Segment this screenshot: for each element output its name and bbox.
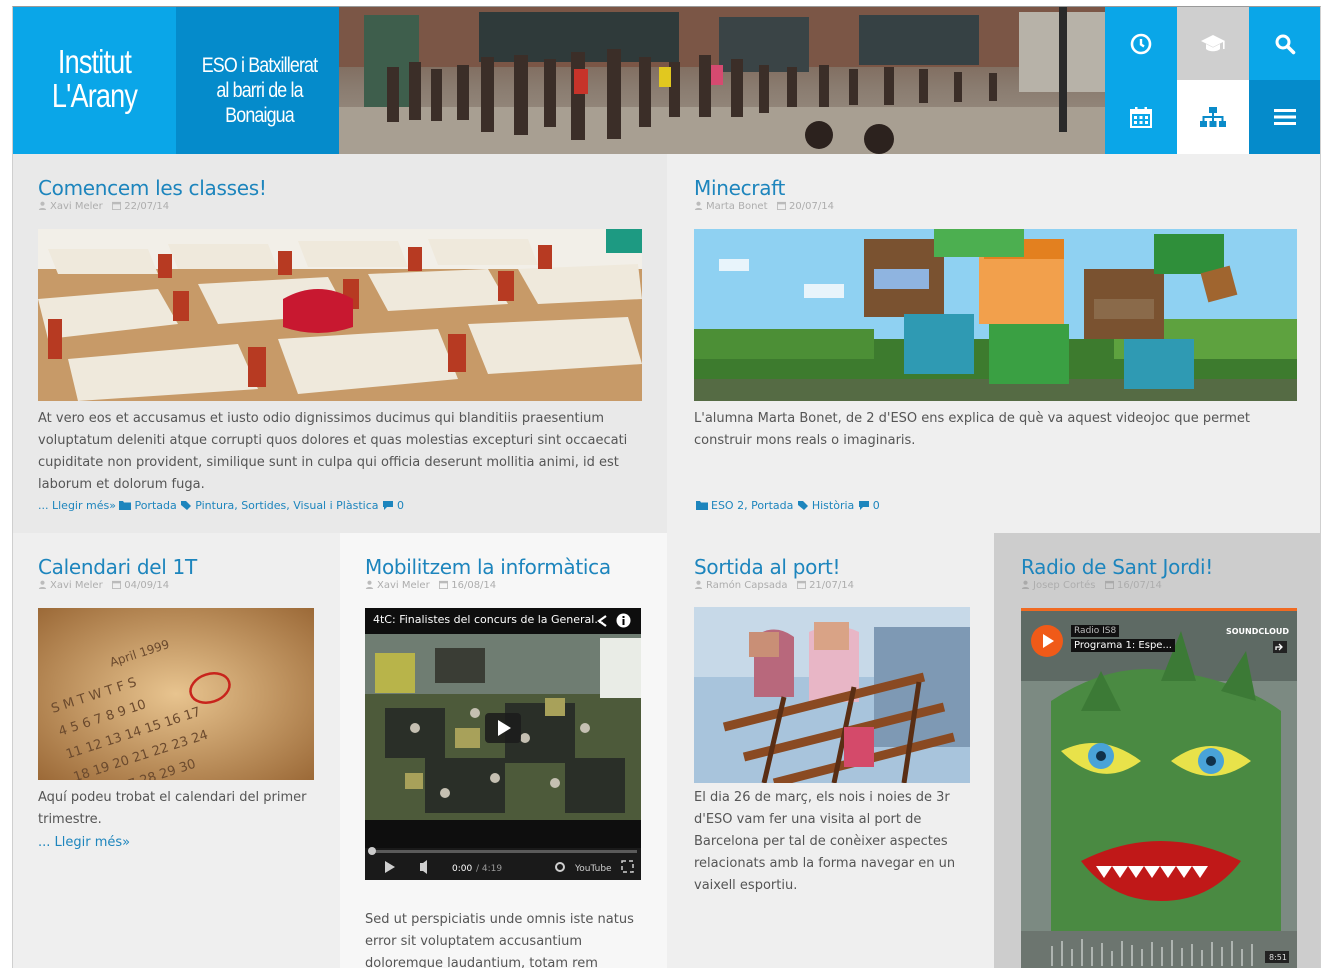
header-icon-grid xyxy=(1105,7,1320,154)
post-excerpt: L'alumna Marta Bonet, de 2 d'ESO ens exp… xyxy=(694,411,1250,448)
logo-line-2: L'Arany xyxy=(51,77,138,114)
calendar-icon[interactable] xyxy=(1105,80,1177,154)
video-player[interactable]: 0:00 / 4:19 YouTube 4tC: Finalistes del … xyxy=(365,608,641,880)
post-excerpt: Aquí podeu trobat el calendari del prime… xyxy=(38,790,307,827)
tagline-text: ESO i Batxillerat al barri de la Bonaigu… xyxy=(201,54,318,127)
info-icon[interactable] xyxy=(616,613,631,628)
post-meta: Josep Cortés 16/07/14 xyxy=(1021,579,1311,593)
user-icon xyxy=(365,580,374,589)
search-icon[interactable] xyxy=(1249,7,1320,80)
site-tagline: ESO i Batxillerat al barri de la Bonaigu… xyxy=(176,7,339,154)
sitemap-icon[interactable] xyxy=(1177,80,1249,154)
calendar-small-icon xyxy=(797,580,807,589)
post-author: Josep Cortés xyxy=(1033,580,1096,591)
folder-icon xyxy=(119,501,132,510)
post-title[interactable]: Sortida al port! xyxy=(694,555,984,579)
calendar-small-icon xyxy=(439,580,449,589)
post-meta: Xavi Meler 22/07/14 xyxy=(38,200,642,214)
post-author: Marta Bonet xyxy=(706,201,768,212)
read-more-link[interactable]: ... Llegir més» xyxy=(38,499,116,512)
player-track[interactable]: Programa 1: Espe... xyxy=(1071,639,1175,652)
post-date: 04/09/14 xyxy=(124,580,170,591)
post-meta: Marta Bonet 20/07/14 xyxy=(694,200,1298,214)
clock-icon[interactable] xyxy=(1105,7,1177,80)
calendar-small-icon xyxy=(112,580,122,589)
post-date: 21/07/14 xyxy=(809,580,854,591)
post-meta: Xavi Meler 04/09/14 xyxy=(38,579,318,593)
youtube-logo: YouTube xyxy=(574,864,612,874)
post-category[interactable]: ESO 2, Portada xyxy=(711,499,793,512)
post-title[interactable]: Mobilitzem la informàtica xyxy=(365,555,655,579)
read-more-link[interactable]: ... Llegir més» xyxy=(38,835,130,850)
post-excerpt: At vero eos et accusamus et iusto odio d… xyxy=(38,411,628,492)
comment-icon xyxy=(858,501,869,510)
post-category[interactable]: Portada xyxy=(134,499,176,512)
post-tags[interactable]: Pintura, Sortides, Visual i Plàstica xyxy=(195,499,378,512)
header-hero-photo xyxy=(339,7,1105,154)
post-image-calendar[interactable]: April 1999 S M T W T F S 4 5 6 7 8 9 10 … xyxy=(38,608,314,780)
post-author: Xavi Meler xyxy=(50,580,103,591)
video-duration: / 4:19 xyxy=(476,864,502,874)
player-time: 8:51 xyxy=(1269,953,1287,962)
post-card: Comencem les classes! Xavi Meler 22/07/1… xyxy=(13,154,667,533)
user-icon xyxy=(38,580,47,589)
site-logo[interactable]: Institut L'Arany xyxy=(13,7,176,154)
menu-icon[interactable] xyxy=(1249,80,1320,154)
post-meta: Xavi Meler 16/08/14 xyxy=(365,579,655,593)
user-icon xyxy=(694,201,703,210)
video-title[interactable]: 4tC: Finalistes del concurs de la Genera… xyxy=(373,613,603,629)
calendar-small-icon xyxy=(1105,580,1114,589)
share-icon[interactable] xyxy=(1273,641,1287,653)
post-tags[interactable]: Història xyxy=(812,499,854,512)
post-taxonomy: ESO 2, Portada Història 0 xyxy=(696,499,880,512)
post-card: Sortida al port! Ramón Capsada 21/07/14 xyxy=(667,533,994,968)
post-date: 22/07/14 xyxy=(124,201,170,212)
calendar-small-icon xyxy=(777,201,787,210)
video-time: 0:00 xyxy=(452,864,472,874)
post-taxonomy: ... Llegir més» Portada Pintura, Sortide… xyxy=(38,499,404,512)
post-excerpt: Sed ut perspiciatis unde omnis iste natu… xyxy=(365,912,634,968)
post-date: 20/07/14 xyxy=(789,201,834,212)
user-icon xyxy=(694,580,703,589)
user-icon xyxy=(38,201,47,210)
post-date: 16/08/14 xyxy=(451,580,497,591)
post-comments[interactable]: 0 xyxy=(397,499,404,512)
post-title[interactable]: Comencem les classes! xyxy=(38,176,642,200)
post-author: Xavi Meler xyxy=(50,201,103,212)
post-image-classroom[interactable] xyxy=(38,229,642,401)
folder-icon xyxy=(696,501,708,510)
soundcloud-player[interactable]: 8:51 Radio IS8 Programa 1: Espe... SOUND… xyxy=(1021,608,1297,968)
user-icon xyxy=(1021,580,1030,589)
share-icon[interactable] xyxy=(595,614,609,628)
post-card: Radio de Sant Jordi! Josep Cortés 16/07/… xyxy=(994,533,1320,968)
post-date: 16/07/14 xyxy=(1117,580,1162,591)
post-meta: Ramón Capsada 21/07/14 xyxy=(694,579,984,593)
soundcloud-logo[interactable]: SOUNDCLOUD xyxy=(1226,627,1289,636)
post-title[interactable]: Radio de Sant Jordi! xyxy=(1021,555,1311,579)
post-author: Xavi Meler xyxy=(377,580,430,591)
post-card: Mobilitzem la informàtica Xavi Meler 16/… xyxy=(340,533,667,968)
calendar-small-icon xyxy=(112,201,122,210)
read-more: ... Llegir més» xyxy=(38,831,130,850)
post-image-minecraft[interactable] xyxy=(694,229,1297,401)
play-icon xyxy=(1043,634,1054,648)
comment-icon xyxy=(382,501,393,510)
page-frame: Institut L'Arany ESO i Batxillerat al ba… xyxy=(12,6,1321,968)
post-card: Minecraft Marta Bonet 20/07/14 L'alumna … xyxy=(667,154,1320,533)
post-comments[interactable]: 0 xyxy=(873,499,880,512)
logo-line-1: Institut xyxy=(57,43,132,80)
post-excerpt: El dia 26 de març, els nois i noies de 3… xyxy=(694,790,956,893)
site-header: Institut L'Arany ESO i Batxillerat al ba… xyxy=(13,7,1320,154)
post-image-boat-trip[interactable] xyxy=(694,607,970,783)
post-card: Calendari del 1T Xavi Meler 04/09/14 Apr… xyxy=(13,533,340,968)
play-button[interactable] xyxy=(1031,625,1063,657)
post-author: Ramón Capsada xyxy=(706,580,788,591)
graduation-cap-icon[interactable] xyxy=(1177,7,1249,80)
post-title[interactable]: Minecraft xyxy=(694,176,1298,200)
post-title[interactable]: Calendari del 1T xyxy=(38,555,318,579)
player-source: Radio IS8 xyxy=(1071,625,1120,637)
tag-icon xyxy=(181,501,192,510)
tag-icon xyxy=(797,501,808,510)
